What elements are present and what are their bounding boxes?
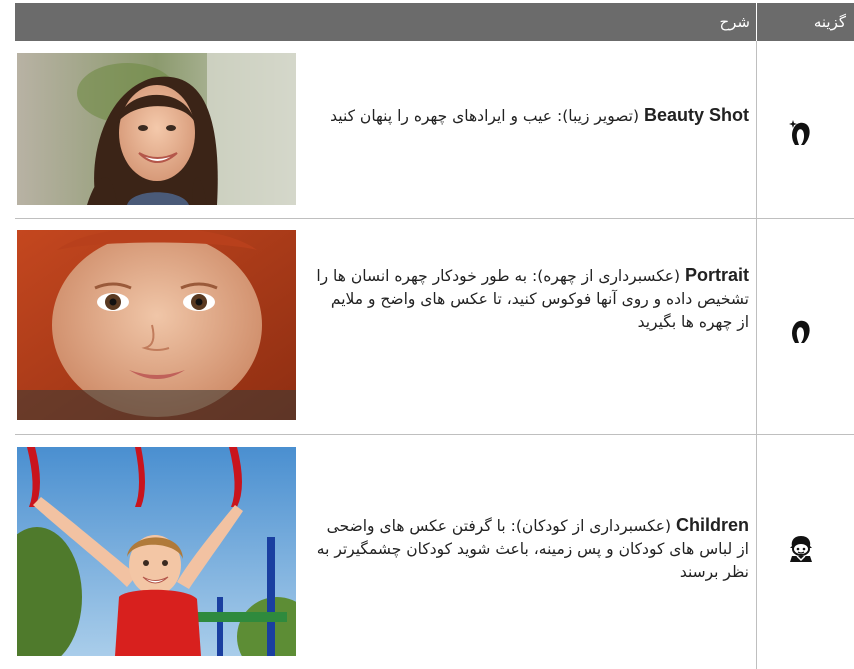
header-description: شرح: [719, 13, 750, 31]
child-on-playground-photo: [17, 447, 296, 656]
smiling-woman-photo: [17, 53, 296, 205]
children-description: Children (عکسبرداری از کودکان): با گرفتن…: [315, 514, 749, 584]
mode-name: Beauty Shot: [643, 105, 749, 125]
column-divider: [756, 41, 757, 669]
mode-name: Children: [675, 515, 749, 535]
scene-modes-table: شرح گزینه Beauty Shot (تصویر زیبا): عیب …: [15, 0, 854, 669]
beauty-shot-description: Beauty Shot (تصویر زیبا): عیب و ایرادهای…: [315, 104, 749, 128]
mode-description-text: (تصویر زیبا): عیب و ایرادهای چهره را پنه…: [330, 107, 644, 125]
children-icon: [771, 529, 831, 569]
table-header: شرح گزینه: [15, 3, 854, 41]
mode-name: Portrait: [684, 265, 749, 285]
portrait-icon: [771, 310, 831, 350]
beauty-shot-icon: [771, 112, 831, 152]
portrait-description: Portrait (عکسبرداری از چهره): به طور خود…: [315, 264, 749, 334]
header-option: گزینه: [756, 3, 854, 41]
red-haired-child-photo: [17, 230, 296, 420]
row-divider: [15, 434, 854, 435]
row-divider: [15, 218, 854, 219]
